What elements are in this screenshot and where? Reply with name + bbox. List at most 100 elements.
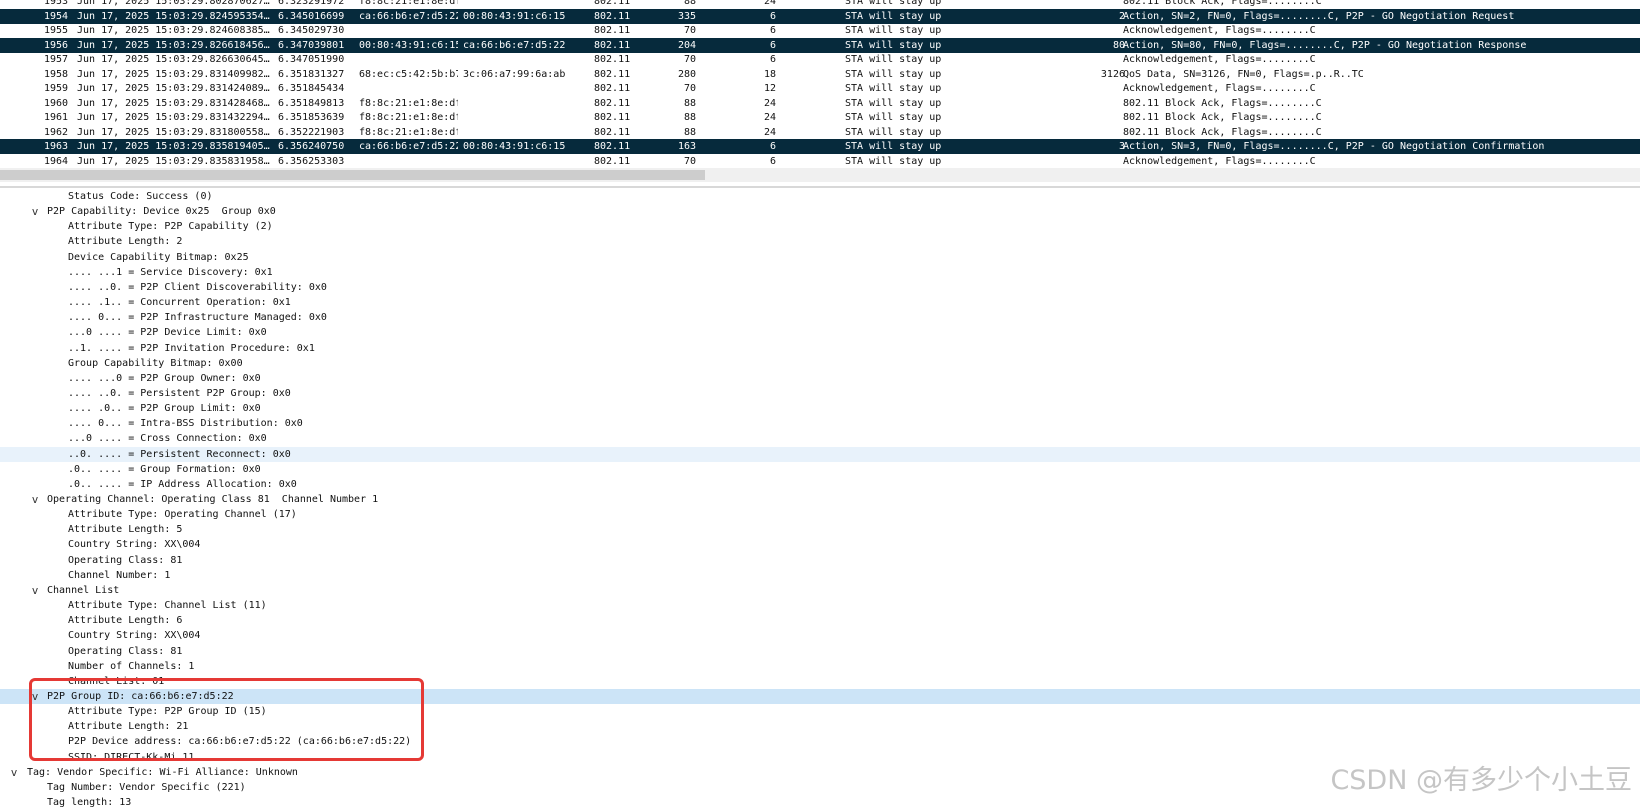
packet-cell-info: 802.11 Block Ack, Flags=........C	[1123, 126, 1322, 138]
packet-row[interactable]: 1957 Jun 17, 2025 15:03:29.826630645… 6.34…	[0, 52, 1640, 67]
packet-cell-len: 88	[683, 97, 696, 109]
packet-cell-dst: 00:80:43:91:c6:15	[463, 10, 566, 22]
packet-row[interactable]: 1963 Jun 17, 2025 15:03:29.835819405… 6.35…	[0, 139, 1640, 154]
packet-cell-info2: 18	[763, 68, 776, 80]
detail-row[interactable]: .... ..0. = P2P Client Discoverability: …	[0, 280, 1640, 295]
detail-text: .... ..0. = Persistent P2P Group: 0x0	[68, 387, 291, 399]
detail-text: Attribute Length: 6	[68, 615, 183, 627]
detail-row[interactable]: Channel Number: 1	[0, 568, 1640, 583]
packet-list[interactable]: 1953 Jun 17, 2025 15:03:29.802870627… 6.32…	[0, 0, 1640, 168]
detail-row[interactable]: Country String: XX\004	[0, 628, 1640, 643]
packet-cell-no: 1964	[44, 155, 69, 167]
expand-toggle-icon[interactable]: v	[29, 204, 41, 219]
packet-cell-src: f8:8c:21:e1:8e:df	[359, 126, 458, 138]
packet-row[interactable]: 1956 Jun 17, 2025 15:03:29.826618456… 6.34…	[0, 37, 1640, 53]
packet-row[interactable]: 1960 Jun 17, 2025 15:03:29.831428468… 6.35…	[0, 96, 1640, 111]
detail-row[interactable]: v Channel List	[0, 583, 1640, 598]
detail-row[interactable]: Attribute Length: 21	[0, 719, 1640, 734]
detail-row[interactable]: Attribute Length: 6	[0, 613, 1640, 628]
detail-row[interactable]: Channel List: 01	[0, 674, 1640, 689]
packet-row[interactable]: 1955 Jun 17, 2025 15:03:29.824608385… 6.34…	[0, 23, 1640, 38]
detail-row[interactable]: P2P Device address: ca:66:b6:e7:d5:22 (c…	[0, 734, 1640, 749]
detail-row[interactable]: Attribute Type: Operating Channel (17)	[0, 507, 1640, 522]
detail-row[interactable]: .... ..0. = Persistent P2P Group: 0x0	[0, 386, 1640, 401]
detail-text: Attribute Length: 2	[68, 236, 183, 248]
detail-row[interactable]: Operating Class: 81	[0, 553, 1640, 568]
detail-row[interactable]: Group Capability Bitmap: 0x00	[0, 356, 1640, 371]
packet-cell-note: STA will stay up	[845, 68, 942, 80]
packet-row[interactable]: 1958 Jun 17, 2025 15:03:29.831409982… 6.35…	[0, 67, 1640, 82]
packet-cell-no: 1962	[44, 126, 69, 138]
detail-row[interactable]: ...0 .... = P2P Device Limit: 0x0	[0, 325, 1640, 340]
packet-details-tree[interactable]: Status Code: Success (0) v P2P Capability:…	[0, 189, 1640, 811]
detail-row[interactable]: Operating Class: 81	[0, 644, 1640, 659]
expand-toggle-icon[interactable]: v	[29, 583, 41, 598]
packet-cell-dst: ca:66:b6:e7:d5:22	[463, 39, 566, 51]
detail-text: Attribute Length: 5	[68, 524, 183, 536]
packet-cell-note: STA will stay up	[845, 25, 942, 36]
packet-cell-proto: 802.11	[594, 68, 631, 80]
scrollbar-thumb[interactable]	[0, 170, 705, 180]
packet-cell-proto: 802.11	[594, 155, 631, 167]
detail-row[interactable]: .... .0.. = P2P Group Limit: 0x0	[0, 401, 1640, 416]
detail-row[interactable]: .... ...0 = P2P Group Owner: 0x0	[0, 371, 1640, 386]
detail-row[interactable]: .... .1.. = Concurrent Operation: 0x1	[0, 295, 1640, 310]
detail-row[interactable]: Attribute Length: 2	[0, 234, 1640, 249]
packet-cell-no: 1959	[44, 83, 69, 94]
detail-text: Attribute Type: Operating Channel (17)	[68, 509, 297, 521]
detail-row[interactable]: Number of Channels: 1	[0, 659, 1640, 674]
packet-cell-sn: 3	[1118, 141, 1125, 152]
detail-row[interactable]: .... 0... = Intra-BSS Distribution: 0x0	[0, 416, 1640, 431]
packet-cell-time: Jun 17, 2025 15:03:29.824595354…	[77, 10, 270, 22]
detail-row[interactable]: ..0. .... = Persistent Reconnect: 0x0	[0, 446, 1640, 462]
detail-text: Group Capability Bitmap: 0x00	[68, 357, 243, 369]
packet-row[interactable]: 1961 Jun 17, 2025 15:03:29.831432294… 6.35…	[0, 110, 1640, 125]
horizontal-scrollbar[interactable]	[0, 168, 1640, 182]
packet-row[interactable]: 1954 Jun 17, 2025 15:03:29.824595354… 6.34…	[0, 8, 1640, 24]
pane-divider[interactable]	[0, 186, 1640, 188]
detail-row[interactable]: .0.. .... = IP Address Allocation: 0x0	[0, 477, 1640, 492]
packet-cell-note: STA will stay up	[845, 112, 942, 123]
packet-cell-no: 1955	[44, 25, 69, 36]
detail-row[interactable]: Attribute Length: 5	[0, 522, 1640, 537]
packet-cell-delta: 6.347039801	[278, 39, 345, 51]
packet-cell-proto: 802.11	[594, 25, 631, 36]
detail-text: .0.. .... = Group Formation: 0x0	[68, 463, 261, 475]
packet-cell-note: STA will stay up	[845, 126, 942, 138]
packet-cell-proto: 802.11	[594, 141, 631, 152]
detail-row[interactable]: .... ...1 = Service Discovery: 0x1	[0, 265, 1640, 280]
packet-cell-time: Jun 17, 2025 15:03:29.831432294…	[77, 112, 270, 123]
expand-toggle-icon[interactable]: v	[8, 765, 20, 780]
detail-row[interactable]: .0.. .... = Group Formation: 0x0	[0, 462, 1640, 477]
detail-row[interactable]: Status Code: Success (0)	[0, 189, 1640, 204]
packet-row[interactable]: 1959 Jun 17, 2025 15:03:29.831424089… 6.35…	[0, 81, 1640, 96]
expand-toggle-icon[interactable]: v	[29, 492, 41, 507]
detail-row[interactable]: v Operating Channel: Operating Class 81 C…	[0, 492, 1640, 507]
detail-text: .... .0.. = P2P Group Limit: 0x0	[68, 403, 261, 415]
packet-row[interactable]: 1962 Jun 17, 2025 15:03:29.831800558… 6.35…	[0, 125, 1640, 140]
detail-row[interactable]: Tag length: 13	[0, 795, 1640, 810]
packet-cell-info: QoS Data, SN=3126, FN=0, Flags=.p..R..TC	[1123, 68, 1364, 80]
packet-cell-time: Jun 17, 2025 15:03:29.831428468…	[77, 97, 270, 109]
expand-toggle-icon[interactable]: v	[29, 689, 41, 704]
packet-cell-delta: 6.351853639	[278, 112, 345, 123]
packet-cell-info2: 24	[763, 97, 776, 109]
detail-row[interactable]: v P2P Group ID: ca:66:b6:e7:d5:22	[0, 688, 1640, 704]
packet-cell-note: STA will stay up	[845, 39, 942, 51]
packet-cell-len: 335	[677, 10, 696, 22]
detail-row[interactable]: ...0 .... = Cross Connection: 0x0	[0, 431, 1640, 446]
packet-cell-time: Jun 17, 2025 15:03:29.824608385…	[77, 25, 270, 36]
packet-row[interactable]: 1964 Jun 17, 2025 15:03:29.835831958… 6.35…	[0, 154, 1640, 169]
detail-row[interactable]: Attribute Type: Channel List (11)	[0, 598, 1640, 613]
watermark: CSDN @有多少个小土豆	[1330, 765, 1632, 796]
detail-row[interactable]: ..1. .... = P2P Invitation Procedure: 0x…	[0, 341, 1640, 356]
detail-row[interactable]: Device Capability Bitmap: 0x25	[0, 250, 1640, 265]
detail-text: Status Code: Success (0)	[68, 191, 213, 202]
detail-row[interactable]: Attribute Type: P2P Group ID (15)	[0, 704, 1640, 719]
detail-text: Device Capability Bitmap: 0x25	[68, 251, 249, 263]
detail-row[interactable]: Country String: XX\004	[0, 537, 1640, 552]
detail-row[interactable]: v P2P Capability: Device 0x25 Group 0x0	[0, 204, 1640, 219]
detail-text: Channel List: 01	[68, 675, 165, 687]
detail-row[interactable]: .... 0... = P2P Infrastructure Managed: …	[0, 310, 1640, 325]
detail-row[interactable]: Attribute Type: P2P Capability (2)	[0, 219, 1640, 234]
